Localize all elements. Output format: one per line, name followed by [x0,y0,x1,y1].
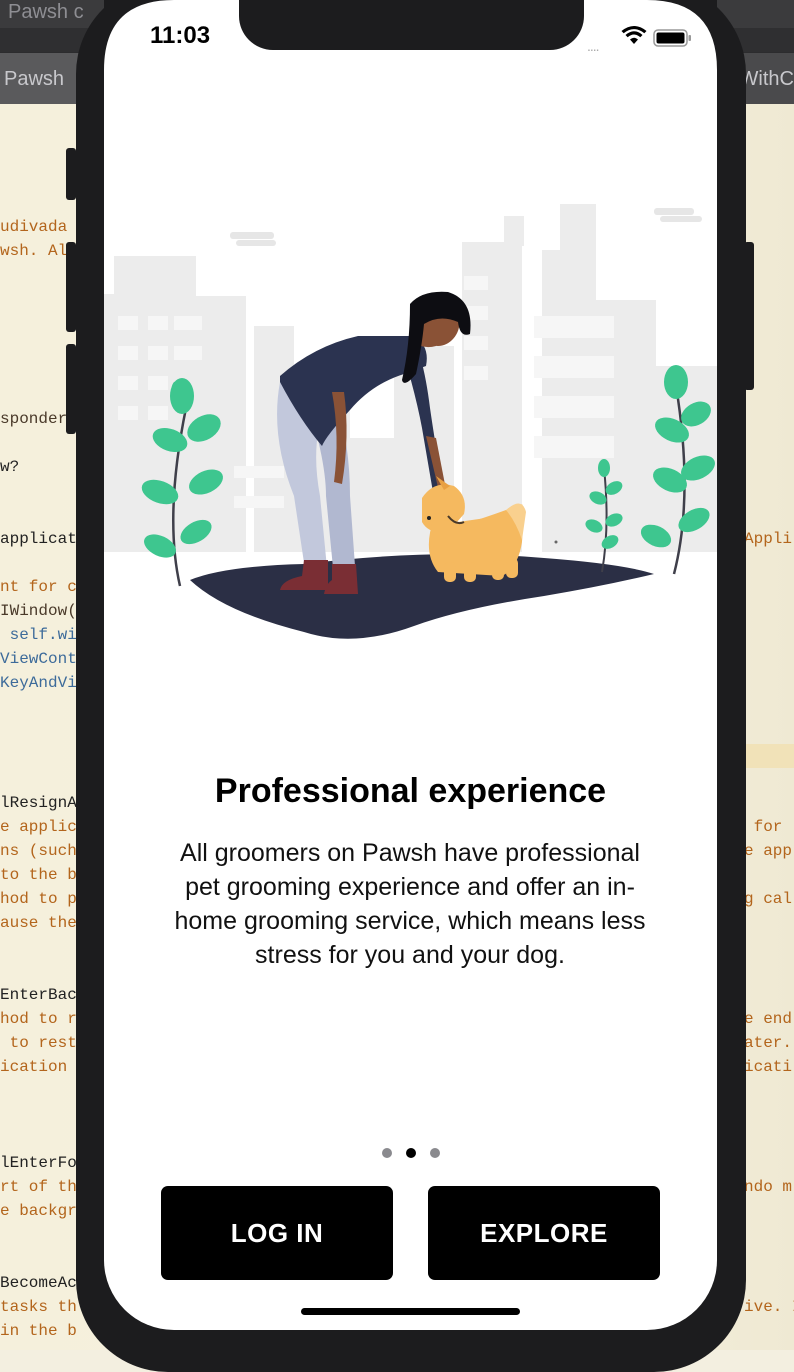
volume-down-button [66,344,76,434]
code-line: EnterBac [0,986,77,1004]
onboarding-title: Professional experience [214,772,607,810]
code-line: e applic [0,818,77,836]
onboarding-description: All groomers on Pawsh have professional … [174,839,646,969]
battery-icon [653,29,691,47]
code-line: tasks th [0,1298,77,1316]
page-dot-3[interactable] [429,1148,440,1158]
cellular-signal-icon: .... [587,38,600,54]
notch [239,0,584,50]
code-line: self.wi [0,626,77,644]
page-indicator[interactable] [104,1148,717,1158]
code-highlight-line [744,744,794,768]
code-line: icati [744,1058,793,1076]
page-dot-2[interactable] [405,1148,416,1158]
code-line: applicat [0,530,77,548]
code-line: rt of th [0,1178,77,1196]
code-line: lEnterFo [0,1154,77,1172]
code-line: to rest [0,1034,77,1052]
ground-shadow [190,554,654,639]
code-line: hod to p [0,890,77,908]
page-dot-1[interactable] [381,1148,392,1158]
code-line: ater. [744,1034,793,1052]
code-line: udivada [0,218,68,236]
code-line: hod to r [0,1010,77,1028]
code-line: g cal [744,890,793,908]
code-line: w? [0,458,20,476]
app-screen: 11:03 .... Professional experience All g… [104,0,717,1330]
code-line: nt for c [0,578,77,596]
code-line: BecomeAc [0,1274,77,1292]
code-line: KeyAndVi [0,674,77,692]
onboarding-illustration [104,204,717,639]
code-line: e backgr [0,1202,77,1220]
login-button[interactable]: LOG IN [161,1186,393,1280]
code-line: e end [744,1010,793,1028]
code-line: ive. I [744,1298,794,1316]
code-line: ViewCont [0,650,77,668]
code-line: IWindow( [0,602,77,620]
code-line: for [744,818,793,836]
code-line: e app [744,842,793,860]
home-indicator[interactable] [301,1308,520,1315]
code-line: ause the [0,914,77,932]
explore-button[interactable]: EXPLORE [428,1186,660,1280]
code-line: to the b [0,866,77,884]
volume-up-button [66,242,76,332]
code-line: Appli [744,530,793,548]
code-line: ns (such [0,842,77,860]
code-line: in the b [0,1322,77,1340]
editor-tab-left[interactable]: Pawsh [0,53,78,105]
silent-switch [66,148,76,200]
wifi-icon [621,26,647,44]
code-line: ication [0,1058,77,1076]
status-time: 11:03 [150,22,211,49]
code-line: lResignA [0,794,77,812]
code-line: ndo m [744,1178,793,1196]
editor-window-title: Pawsh c [8,1,84,23]
